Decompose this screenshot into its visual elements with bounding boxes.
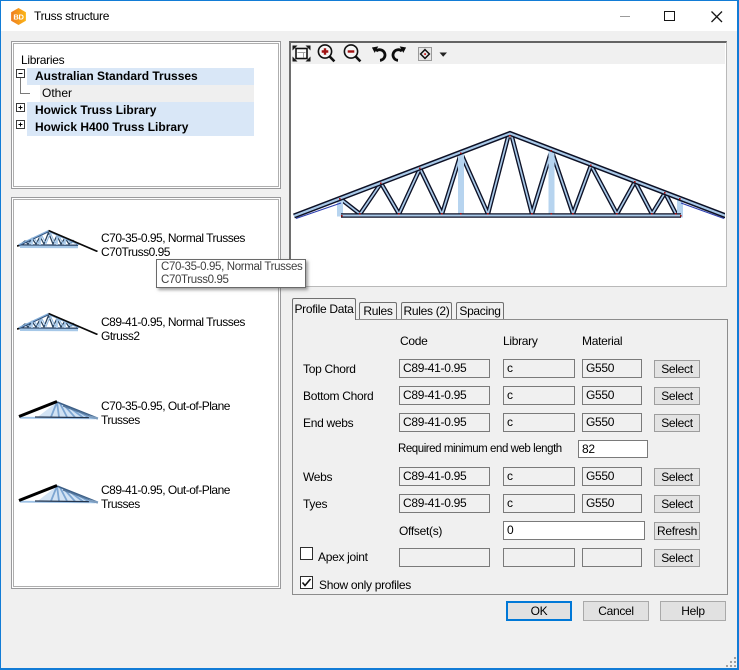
svg-text:BD: BD xyxy=(13,12,24,21)
